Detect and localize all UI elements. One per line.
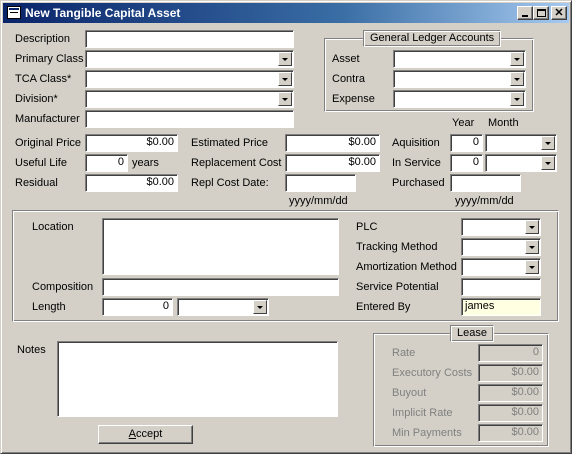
tracking-method-dropdown[interactable] (461, 238, 541, 256)
asset-label: Asset (332, 53, 360, 65)
chevron-down-icon[interactable] (525, 260, 539, 274)
service-potential-label: Service Potential (356, 281, 439, 293)
chevron-down-icon[interactable] (525, 240, 539, 254)
manufacturer-label: Manufacturer (15, 113, 80, 125)
primary-class-label: Primary Class (15, 53, 84, 65)
service-potential-input[interactable] (461, 278, 541, 296)
chevron-down-icon[interactable] (510, 52, 524, 66)
description-input[interactable] (85, 30, 294, 48)
executory-costs-label: Executory Costs (392, 367, 473, 379)
lease-caption: Lease (450, 325, 494, 342)
years-label: years (132, 157, 159, 169)
contra-label: Contra (332, 73, 366, 85)
amortization-method-label: Amortization Method (356, 261, 457, 273)
window-title: New Tangible Capital Asset (25, 6, 181, 20)
repl-cost-date-input[interactable] (285, 174, 356, 192)
estimated-price-input[interactable]: $0.00 (285, 134, 380, 152)
executory-costs-input[interactable]: $0.00 (478, 364, 543, 382)
in-service-year-input[interactable]: 0 (450, 154, 483, 172)
tca-class-dropdown[interactable] (85, 70, 294, 88)
tracking-method-label: Tracking Method (356, 241, 438, 253)
implicit-rate-label: Implicit Rate (392, 407, 453, 419)
form-icon (7, 6, 21, 19)
min-payments-label: Min Payments (392, 427, 462, 439)
location-label: Location (32, 221, 74, 233)
chevron-down-icon[interactable] (541, 156, 555, 170)
original-price-input[interactable]: $0.00 (85, 134, 178, 152)
accept-hotkey: A (128, 428, 137, 440)
manufacturer-input[interactable] (85, 110, 294, 128)
entered-by-input[interactable]: james (461, 298, 541, 316)
close-button[interactable]: ✕ (551, 6, 567, 20)
division-label: Division* (15, 93, 58, 105)
maximize-button[interactable] (533, 6, 549, 20)
aquisition-year-input[interactable]: 0 (450, 134, 483, 152)
chevron-down-icon[interactable] (278, 52, 292, 66)
year-header: Year (452, 117, 475, 129)
aquisition-label: Aquisition (392, 137, 440, 149)
tca-window: New Tangible Capital Asset ✕ Description… (0, 0, 572, 454)
chevron-down-icon[interactable] (525, 220, 539, 234)
plc-dropdown[interactable] (461, 218, 541, 236)
length-label: Length (32, 301, 66, 313)
notes-textarea[interactable] (57, 341, 338, 417)
location-textarea[interactable] (102, 218, 339, 275)
contra-account-dropdown[interactable] (393, 70, 526, 88)
composition-input[interactable] (102, 278, 339, 296)
implicit-rate-input[interactable]: $0.00 (478, 404, 543, 422)
purchased-date-input[interactable] (450, 174, 521, 192)
residual-label: Residual (15, 177, 58, 189)
asset-account-dropdown[interactable] (393, 50, 526, 68)
useful-life-input[interactable]: 0 (85, 154, 128, 172)
amortization-method-dropdown[interactable] (461, 258, 541, 276)
description-label: Description (15, 33, 71, 45)
tca-class-label: TCA Class* (15, 73, 72, 85)
chevron-down-icon[interactable] (278, 92, 292, 106)
composition-label: Composition (32, 281, 94, 293)
rate-input[interactable]: 0 (478, 344, 543, 362)
maximize-icon (537, 9, 546, 17)
accept-button[interactable]: Accept (98, 425, 193, 444)
month-header: Month (488, 117, 519, 129)
buyout-label: Buyout (392, 387, 427, 399)
useful-life-label: Useful Life (15, 157, 67, 169)
replacement-cost-input[interactable]: $0.00 (285, 154, 380, 172)
chevron-down-icon[interactable] (541, 136, 555, 150)
chevron-down-icon[interactable] (510, 92, 524, 106)
close-icon: ✕ (554, 7, 564, 19)
expense-label: Expense (332, 93, 375, 105)
plc-label: PLC (356, 221, 378, 233)
title-bar[interactable]: New Tangible Capital Asset ✕ (3, 3, 569, 23)
replacement-cost-label: Replacement Cost (191, 157, 282, 169)
purchased-label: Purchased (392, 177, 445, 189)
notes-label: Notes (17, 344, 46, 356)
chevron-down-icon[interactable] (510, 72, 524, 86)
repl-cost-date-label: Repl Cost Date: (191, 177, 269, 189)
original-price-label: Original Price (15, 137, 82, 149)
division-dropdown[interactable] (85, 90, 294, 108)
minimize-button[interactable] (517, 6, 533, 20)
expense-account-dropdown[interactable] (393, 90, 526, 108)
accept-button-label: ccept (136, 428, 163, 440)
buyout-input[interactable]: $0.00 (478, 384, 543, 402)
gl-accounts-caption: General Ledger Accounts (363, 30, 502, 47)
primary-class-dropdown[interactable] (85, 50, 294, 68)
estimated-price-label: Estimated Price (191, 137, 269, 149)
min-payments-input[interactable]: $0.00 (478, 424, 543, 442)
chevron-down-icon[interactable] (253, 300, 267, 314)
in-service-label: In Service (392, 157, 441, 169)
length-input[interactable]: 0 (102, 298, 173, 316)
rate-label: Rate (392, 347, 416, 359)
minimize-icon (522, 15, 528, 17)
length-unit-dropdown[interactable] (177, 298, 269, 316)
repl-date-format-hint: yyyy/mm/dd (289, 195, 348, 207)
in-service-month-dropdown[interactable] (485, 154, 557, 172)
aquisition-month-dropdown[interactable] (485, 134, 557, 152)
residual-input[interactable]: $0.00 (85, 174, 178, 192)
purchased-date-format-hint: yyyy/mm/dd (455, 195, 514, 207)
chevron-down-icon[interactable] (278, 72, 292, 86)
entered-by-label: Entered By (356, 301, 411, 313)
